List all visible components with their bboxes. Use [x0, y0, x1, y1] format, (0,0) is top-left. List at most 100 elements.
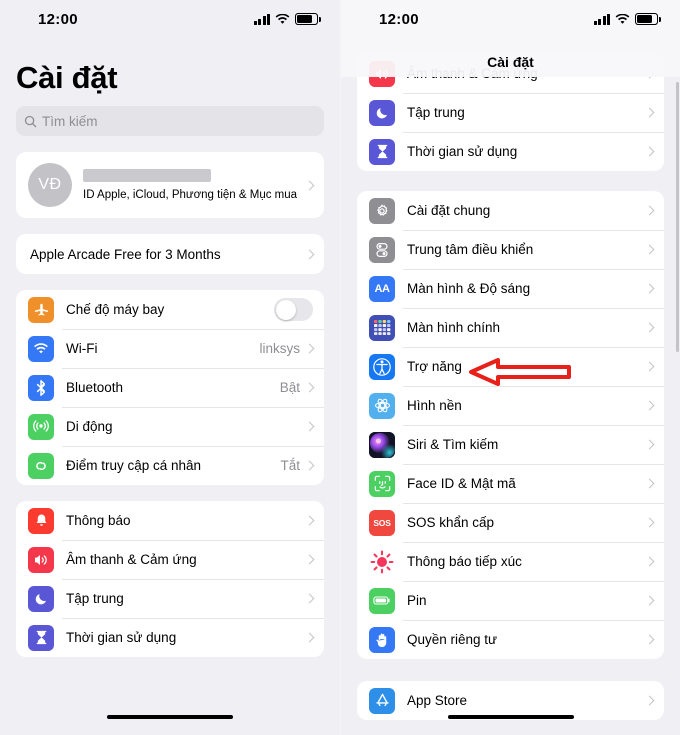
- settings-row-label: Âm thanh & Cảm ứng: [407, 66, 538, 81]
- clipped-group: Âm thanh & Cảm ứng Tập trung Thời gian s…: [357, 54, 664, 171]
- chevron-right-icon: [644, 205, 655, 216]
- settings-row-label: Thông báo tiếp xúc: [407, 554, 522, 569]
- face-id-icon: [369, 470, 395, 497]
- settings-row-wallpaper[interactable]: Hình nền: [357, 386, 664, 425]
- settings-row-label: Thời gian sử dụng: [407, 144, 518, 159]
- moon-icon: [369, 99, 395, 126]
- settings-row-airplane-mode[interactable]: Chế độ máy bay: [16, 290, 324, 329]
- chevron-right-icon: [304, 554, 315, 565]
- connectivity-group: Chế độ máy bay Wi-Fi linksys Bluetooth B…: [16, 290, 324, 485]
- chevron-right-icon: [644, 146, 655, 157]
- siri-icon: [369, 431, 395, 458]
- chevron-right-icon: [304, 632, 315, 643]
- settings-row-wifi[interactable]: Wi-Fi linksys: [16, 329, 324, 368]
- redacted-name-bar: [83, 169, 211, 182]
- hourglass-icon: [28, 624, 54, 651]
- settings-row-label: Điểm truy cập cá nhân: [66, 458, 202, 473]
- settings-row-siri-search[interactable]: Siri & Tìm kiếm: [357, 425, 664, 464]
- home-screen-icon: [369, 314, 395, 341]
- settings-row-value: Tắt: [280, 458, 300, 473]
- chevron-right-icon: [644, 695, 655, 706]
- avatar: VĐ: [28, 163, 72, 207]
- settings-row-label: Tập trung: [66, 591, 124, 606]
- privacy-hand-icon: [369, 626, 395, 653]
- control-center-icon: [369, 236, 395, 263]
- arcade-promo-group: Apple Arcade Free for 3 Months: [16, 234, 324, 274]
- settings-row-cellular[interactable]: Di động: [16, 407, 324, 446]
- settings-row-exposure-notifications[interactable]: Thông báo tiếp xúc: [357, 542, 664, 581]
- chevron-right-icon: [644, 478, 655, 489]
- settings-row-battery[interactable]: Pin: [357, 581, 664, 620]
- settings-row-personal-hotspot[interactable]: Điểm truy cập cá nhân Tắt: [16, 446, 324, 485]
- settings-row-label: Màn hình & Độ sáng: [407, 281, 531, 296]
- chevron-right-icon: [644, 400, 655, 411]
- settings-row-label: Trung tâm điều khiển: [407, 242, 534, 257]
- settings-row-label: Hình nền: [407, 398, 462, 413]
- chevron-right-icon: [644, 283, 655, 294]
- battery-icon: [295, 13, 321, 25]
- left-phone-screenshot: 12:00 Cài đặt Tìm kiếm VĐ ID Apple, iClo…: [0, 0, 340, 735]
- chevron-right-icon: [644, 634, 655, 645]
- settings-row-home-screen[interactable]: Màn hình chính: [357, 308, 664, 347]
- settings-row-emergency-sos[interactable]: SOS SOS khẩn cấp: [357, 503, 664, 542]
- dual-screenshot-stage: 12:00 Cài đặt Tìm kiếm VĐ ID Apple, iClo…: [0, 0, 680, 735]
- airplane-mode-toggle[interactable]: [274, 298, 313, 321]
- settings-row-label: Pin: [407, 593, 427, 608]
- settings-row-focus[interactable]: Tập trung: [357, 93, 664, 132]
- settings-row-display-brightness[interactable]: AA Màn hình & Độ sáng: [357, 269, 664, 308]
- wifi-icon: [275, 13, 290, 24]
- account-subtitle: ID Apple, iCloud, Phương tiện & Mục mua: [83, 189, 298, 201]
- settings-row-label: Âm thanh & Cảm ứng: [66, 552, 197, 567]
- cellular-icon: [28, 413, 54, 440]
- settings-row-label: Tập trung: [407, 105, 465, 120]
- search-input[interactable]: Tìm kiếm: [16, 106, 324, 136]
- settings-row-control-center[interactable]: Trung tâm điều khiển: [357, 230, 664, 269]
- settings-row-sounds-haptics[interactable]: Âm thanh & Cảm ứng: [357, 54, 664, 93]
- exposure-notification-icon: [369, 548, 395, 575]
- settings-row-screen-time[interactable]: Thời gian sử dụng: [16, 618, 324, 657]
- settings-row-bluetooth[interactable]: Bluetooth Bật: [16, 368, 324, 407]
- chevron-right-icon: [644, 556, 655, 567]
- settings-row-value: linksys: [259, 341, 300, 356]
- bluetooth-icon: [28, 374, 54, 401]
- home-indicator: [447, 714, 574, 719]
- notifications-group: Thông báo Âm thanh & Cảm ứng Tập trung T…: [16, 501, 324, 657]
- chevron-right-icon: [304, 421, 315, 432]
- home-indicator: [107, 714, 233, 719]
- page-title: Cài đặt: [16, 60, 118, 95]
- battery-icon: [369, 587, 395, 614]
- apple-account-row[interactable]: VĐ ID Apple, iCloud, Phương tiện & Mục m…: [16, 152, 324, 218]
- settings-row-notifications[interactable]: Thông báo: [16, 501, 324, 540]
- settings-row-screen-time[interactable]: Thời gian sử dụng: [357, 132, 664, 171]
- search-icon: [24, 115, 37, 127]
- chevron-right-icon: [304, 343, 315, 354]
- settings-row-label: SOS khẩn cấp: [407, 515, 495, 530]
- chevron-right-icon: [304, 180, 315, 190]
- settings-row-general[interactable]: Cài đặt chung: [357, 191, 664, 230]
- wifi-icon: [28, 335, 54, 362]
- display-brightness-icon: AA: [369, 275, 395, 302]
- chevron-right-icon: [644, 244, 655, 255]
- sos-icon: SOS: [369, 509, 395, 536]
- settings-row-focus[interactable]: Tập trung: [16, 579, 324, 618]
- settings-row-face-id-passcode[interactable]: Face ID & Mật mã: [357, 464, 664, 503]
- speaker-icon: [28, 546, 54, 573]
- chevron-right-icon: [644, 322, 655, 333]
- settings-row-sounds-haptics[interactable]: Âm thanh & Cảm ứng: [16, 540, 324, 579]
- scrollbar[interactable]: [676, 82, 679, 352]
- settings-row-label: Bluetooth: [66, 380, 124, 395]
- cellular-signal-icon: [253, 13, 270, 25]
- settings-row-privacy[interactable]: Quyền riêng tư: [357, 620, 664, 659]
- settings-row-label: Thông báo: [66, 513, 131, 528]
- settings-row-label: Di động: [66, 419, 113, 434]
- arcade-promo-row[interactable]: Apple Arcade Free for 3 Months: [16, 234, 324, 274]
- hotspot-icon: [28, 452, 54, 479]
- chevron-right-icon: [644, 68, 655, 79]
- settings-row-label: App Store: [407, 693, 468, 708]
- chevron-right-icon: [304, 515, 315, 526]
- chevron-right-icon: [304, 460, 315, 471]
- chevron-right-icon: [644, 361, 655, 372]
- speaker-icon: [369, 60, 395, 87]
- annotation-arrow-icon: [468, 357, 572, 387]
- status-indicators: [253, 13, 321, 25]
